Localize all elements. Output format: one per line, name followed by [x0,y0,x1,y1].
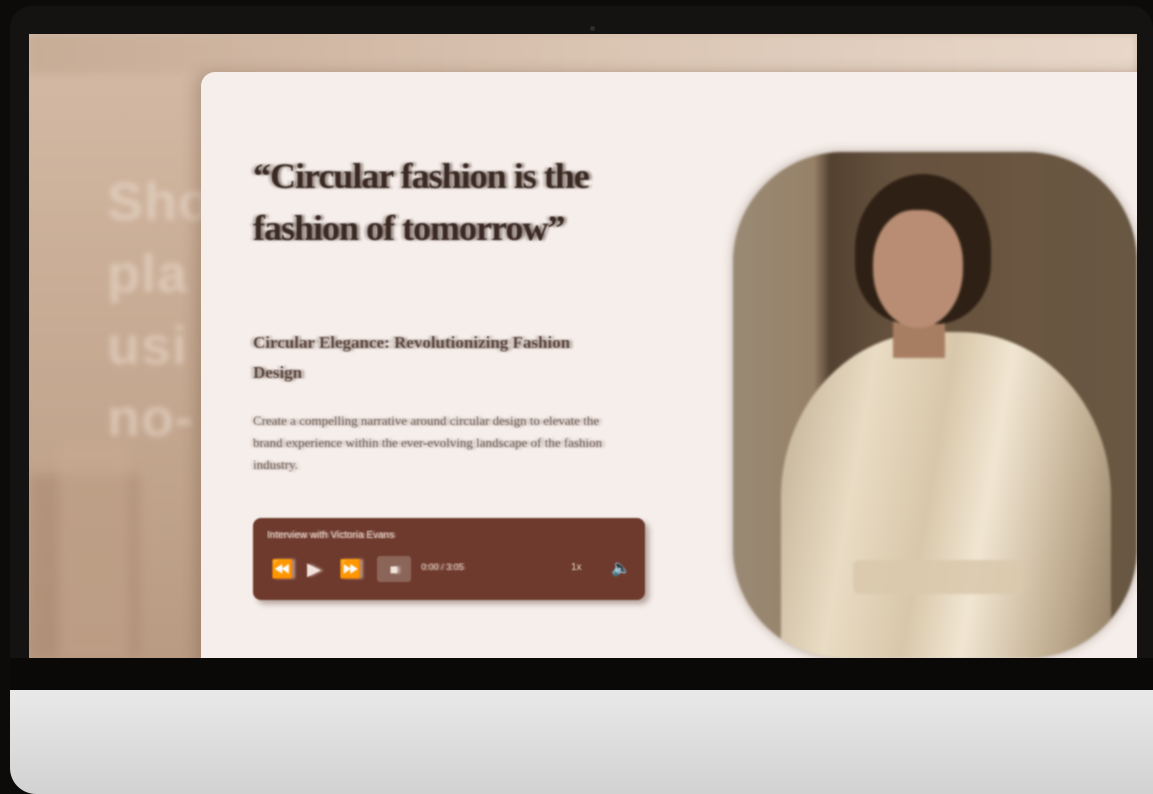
camera-dot [590,26,595,31]
audio-time: 0:00 / 3:05 [421,562,464,572]
rewind-icon[interactable]: ⏪ [271,558,293,580]
woman-in-satin-blouse-photo [733,152,1137,658]
fast-forward-icon[interactable]: ⏩ [339,558,361,580]
audio-title: Interview with Victoria Evans [267,530,395,541]
play-icon[interactable]: ▶ [307,558,321,580]
monitor-chin [10,690,1153,794]
monitor-lower-bezel [10,658,1153,690]
background-header [29,34,1137,74]
photo-face [873,210,963,328]
quote-heading: “Circular fashion is the fashion of tomo… [253,156,590,248]
audio-player[interactable]: Interview with Victoria Evans ⏪ ▶ ⏩ ■ 0:… [253,518,645,600]
quote-card: “Circular fashion is the fashion of tomo… [201,72,1137,658]
card-description: Create a compelling narrative around cir… [253,413,603,472]
playback-speed[interactable]: 1x [571,562,582,573]
photo-blouse [781,332,1111,658]
volume-icon[interactable]: 🔈 [611,558,631,578]
screen: Sho pla usi no- “Circular fashion is the… [29,34,1137,658]
background-shape [59,444,129,658]
stop-icon[interactable]: ■ [377,556,411,582]
card-subtitle: Circular Elegance: Revolutionizing Fashi… [253,333,571,382]
photo-belt [853,560,1023,594]
